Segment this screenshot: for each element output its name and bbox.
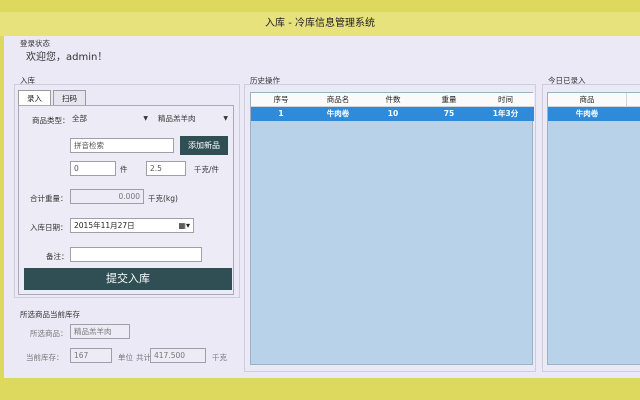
pinyin-search-input[interactable]: 拼音检索 (70, 138, 174, 153)
column-header[interactable]: 序号 (251, 93, 311, 106)
history-grid[interactable]: 序号 商品名 件数 重量 时间 1 牛肉卷 10 75 1年3分 (250, 92, 534, 365)
add-new-product-button[interactable]: 添加新品 (180, 136, 228, 155)
submit-button[interactable]: 提交入库 (24, 268, 232, 290)
note-label: 备注： (46, 252, 69, 261)
stock-label: 当前库存： (26, 353, 64, 362)
today-grid[interactable]: 商品 牛肉卷 (547, 92, 640, 365)
cell-name: 牛肉卷 (575, 109, 599, 118)
stock-total-unit: 千克 (212, 353, 227, 362)
table-row[interactable]: 牛肉卷 (548, 107, 640, 121)
stock-unit-label: 单位 (118, 353, 133, 362)
cell-name: 牛肉卷 (326, 109, 350, 118)
stock-total-label: 共计 (136, 353, 151, 362)
date-value: 2015年11月27日 (74, 221, 135, 230)
date-label: 入库日期： (30, 223, 68, 232)
stock-product-label: 所选商品： (30, 329, 68, 338)
date-picker[interactable]: 2015年11月27日 ▦▾ (70, 218, 194, 233)
stock-count-field: 167 (70, 348, 112, 363)
today-header: 商品 (548, 93, 640, 107)
per-unit-weight-input[interactable]: 2.5 (146, 161, 186, 176)
entry-tabs: 录入 扫码 (18, 90, 88, 107)
table-row[interactable]: 1 牛肉卷 10 75 1年3分 (251, 107, 534, 121)
column-header[interactable]: 商品名 (311, 93, 365, 106)
window-title: 入库 - 冷库信息管理系统 (265, 18, 375, 29)
column-header[interactable]: 重量 (421, 93, 477, 106)
note-input[interactable] (70, 247, 202, 262)
cell-count: 10 (387, 109, 399, 118)
column-header[interactable]: 时间 (477, 93, 534, 106)
stock-section-label: 所选商品当前库存 (20, 310, 80, 319)
cell-weight: 75 (443, 109, 455, 118)
total-weight-field: 0.000 (70, 189, 144, 204)
history-header: 序号 商品名 件数 重量 时间 (251, 93, 534, 107)
total-weight-label: 合计重量： (30, 194, 68, 203)
count-input[interactable]: 0 (70, 161, 116, 176)
title-bar: 入库 - 冷库信息管理系统 (0, 12, 640, 36)
cell-time: 1年3分 (492, 109, 519, 118)
chevron-down-icon: ▼ (143, 115, 148, 122)
per-unit-label: 千克/件 (194, 165, 220, 174)
column-header[interactable]: 商品 (548, 93, 626, 106)
pinyin-placeholder: 拼音检索 (74, 141, 104, 150)
product-value: 精品羔羊肉 (158, 114, 196, 123)
calendar-icon[interactable]: ▦▾ (178, 219, 190, 232)
product-type-select[interactable]: 全部 ▼ (70, 111, 150, 126)
stock-product-field: 精品羔羊肉 (70, 324, 130, 339)
column-header-extra (626, 93, 640, 106)
total-weight-unit: 千克(kg) (148, 194, 178, 203)
cell-seq: 1 (278, 109, 284, 118)
count-unit: 件 (120, 165, 128, 174)
tab-scan[interactable]: 扫码 (53, 90, 86, 106)
product-type-value: 全部 (72, 114, 87, 123)
chevron-down-icon: ▼ (223, 115, 228, 122)
welcome-text: 欢迎您，admin！ (26, 52, 108, 63)
product-select[interactable]: 精品羔羊肉 ▼ (156, 111, 230, 126)
stock-total-field: 417.500 (150, 348, 206, 363)
column-header[interactable]: 件数 (365, 93, 421, 106)
product-type-label: 商品类型： (32, 116, 70, 125)
